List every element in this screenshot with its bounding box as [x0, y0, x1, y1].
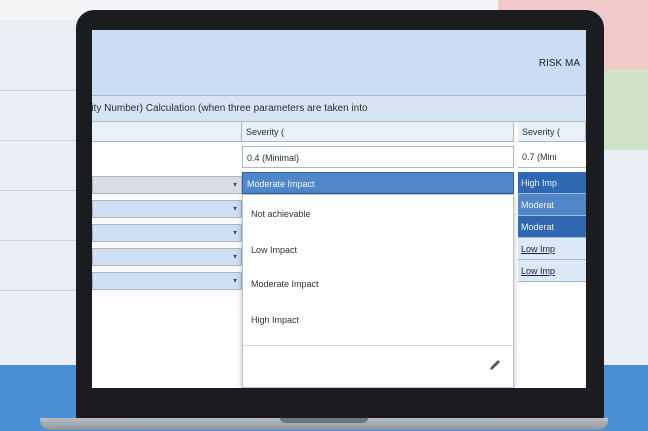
right-severity-cell[interactable]: Moderat — [518, 216, 586, 238]
chevron-down-icon[interactable]: ▾ — [233, 180, 237, 189]
column-header-severity-2[interactable]: Severity ( — [518, 122, 586, 142]
dropdown-option-low-impact[interactable]: Low Impact — [251, 245, 297, 255]
left-dropdown-cell[interactable]: ▾ — [92, 224, 242, 242]
right-severity-cell[interactable]: Moderat — [518, 194, 586, 216]
calculation-header-row: rity Number) Calculation (when three par… — [92, 96, 586, 122]
calculation-header-text: rity Number) Calculation (when three par… — [92, 103, 368, 114]
right-severity-cell[interactable]: Low Imp — [518, 238, 586, 260]
left-dropdown-cell[interactable]: ▾ — [92, 248, 242, 266]
column-header-severity[interactable]: Severity ( — [242, 122, 514, 142]
dropdown-divider — [243, 345, 513, 346]
column-header-left — [92, 122, 242, 142]
right-severity-cell[interactable]: Low Imp — [518, 260, 586, 282]
left-dropdown-cell[interactable]: ▾ — [92, 176, 242, 194]
chevron-down-icon[interactable]: ▾ — [233, 252, 237, 261]
left-dropdown-cell[interactable]: ▾ — [92, 200, 242, 218]
dropdown-option-moderate-impact[interactable]: Moderate Impact — [251, 279, 319, 289]
severity-cell-top-right[interactable]: 0.7 (Mini — [518, 146, 586, 168]
severity-dropdown-selected[interactable]: Moderate Impact — [242, 172, 514, 194]
edit-pencil-icon[interactable] — [487, 357, 503, 373]
severity-dropdown-list: Not achievable Low Impact Moderate Impac… — [242, 194, 514, 388]
chevron-down-icon[interactable]: ▾ — [233, 228, 237, 237]
chevron-down-icon[interactable]: ▾ — [233, 204, 237, 213]
chevron-down-icon[interactable]: ▾ — [233, 276, 237, 285]
left-dropdown-cell[interactable]: ▾ — [92, 272, 242, 290]
laptop-screen: RISK MA rity Number) Calculation (when t… — [92, 30, 586, 388]
severity-cell-top[interactable]: 0.4 (Minimal) — [242, 146, 514, 168]
sheet-title: RISK MA — [538, 58, 580, 69]
dropdown-option-high-impact[interactable]: High Impact — [251, 315, 299, 325]
sheet-header: RISK MA — [92, 30, 586, 96]
dropdown-option-not-achievable[interactable]: Not achievable — [251, 209, 311, 219]
right-severity-cell[interactable]: High Imp — [518, 172, 586, 194]
laptop-notch — [280, 418, 368, 423]
